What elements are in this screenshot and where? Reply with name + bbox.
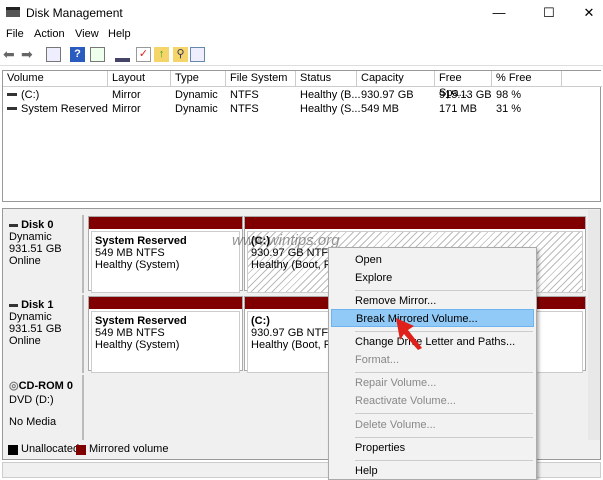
column-header-capacity[interactable]: Capacity bbox=[357, 71, 435, 87]
legend-swatch-unallocated bbox=[8, 445, 18, 455]
legend-label-unallocated: Unallocated bbox=[21, 443, 80, 455]
watermark: www.wintips.org bbox=[232, 232, 340, 249]
column-header-free-space[interactable]: Free Spa... bbox=[435, 71, 492, 99]
close-button[interactable]: ✕ bbox=[572, 0, 603, 26]
help-icon[interactable]: ? bbox=[70, 47, 85, 62]
partition-name: System Reserved bbox=[95, 315, 187, 327]
column-header-file-system[interactable]: File System bbox=[226, 71, 296, 87]
disk-1-label[interactable]: Disk 1 Dynamic 931.51 GB Online bbox=[3, 295, 84, 373]
back-icon[interactable]: ⬅ bbox=[3, 47, 18, 62]
partition-system-reserved[interactable]: System Reserved 549 MB NTFS Healthy (Syste… bbox=[88, 216, 243, 293]
menu-item-properties[interactable]: Properties bbox=[331, 439, 534, 457]
menu-item-delete-volume: Delete Volume... bbox=[355, 419, 436, 431]
connect-icon[interactable] bbox=[115, 47, 130, 62]
properties-icon[interactable]: ✓ bbox=[136, 47, 151, 62]
cell-free-space: 915.13 GB bbox=[439, 89, 492, 101]
disk-type: Dynamic bbox=[9, 231, 52, 243]
cell-layout: Mirror bbox=[112, 103, 141, 115]
menu-bar: File Action View Help bbox=[0, 26, 603, 44]
partition-status: Healthy (System) bbox=[95, 259, 180, 271]
column-header-layout[interactable]: Layout bbox=[108, 71, 171, 87]
cdrom-state: No Media bbox=[9, 416, 57, 428]
volume-icon bbox=[7, 93, 17, 96]
menu-action[interactable]: Action bbox=[34, 28, 65, 40]
volume-icon bbox=[7, 107, 17, 110]
disk-0-label[interactable]: Disk 0 Dynamic 931.51 GB Online bbox=[3, 215, 84, 293]
maximize-button[interactable]: ☐ bbox=[532, 0, 566, 26]
partition-status: Healthy (System) bbox=[95, 339, 180, 351]
cell-type: Dynamic bbox=[175, 89, 218, 101]
cell-type: Dynamic bbox=[175, 103, 218, 115]
menu-item-break-mirrored-volume[interactable]: Break Mirrored Volume... bbox=[331, 309, 534, 327]
partition-fs: 549 MB NTFS bbox=[95, 327, 165, 339]
cell-file-system: NTFS bbox=[230, 89, 259, 101]
column-header-empty bbox=[562, 71, 602, 87]
cdrom-name: CD-ROM 0 bbox=[18, 380, 73, 392]
partition-system-reserved[interactable]: System Reserved 549 MB NTFS Healthy (Syste… bbox=[88, 296, 243, 373]
volume-list: Volume Layout Type File System Status Ca… bbox=[2, 70, 602, 202]
cell-layout: Mirror bbox=[112, 89, 141, 101]
legend-label-mirrored: Mirrored volume bbox=[89, 443, 169, 455]
cell-volume: System Reserved bbox=[21, 103, 108, 115]
partition-name: System Reserved bbox=[95, 235, 187, 247]
menu-help[interactable]: Help bbox=[108, 28, 131, 40]
disk-size: 931.51 GB bbox=[9, 243, 62, 255]
menu-item-repair-volume: Repair Volume... bbox=[355, 377, 437, 389]
window-title: Disk Management bbox=[26, 6, 123, 20]
forward-icon[interactable]: ➡ bbox=[21, 47, 36, 62]
cell-status: Healthy (B... bbox=[300, 89, 361, 101]
cell-percent-free: 98 % bbox=[496, 89, 522, 101]
partition-name: (C:) bbox=[251, 315, 270, 327]
cell-capacity: 549 MB bbox=[361, 103, 399, 115]
action-pane-icon[interactable] bbox=[90, 47, 105, 62]
disk-state: Online bbox=[9, 255, 41, 267]
disk-icon bbox=[9, 223, 18, 227]
cell-status: Healthy (S... bbox=[300, 103, 361, 115]
cell-file-system: NTFS bbox=[230, 103, 259, 115]
search-folder-icon[interactable]: ⚲ bbox=[173, 47, 188, 62]
title-bar: Disk Management — ☐ ✕ bbox=[0, 0, 603, 26]
up-folder-icon[interactable]: ↑ bbox=[154, 47, 169, 62]
vertical-scrollbar[interactable] bbox=[588, 210, 600, 440]
cell-percent-free: 31 % bbox=[496, 103, 522, 115]
menu-view[interactable]: View bbox=[75, 28, 99, 40]
menu-item-open[interactable]: Open bbox=[331, 251, 534, 269]
disk-state: Online bbox=[9, 335, 41, 347]
disk-name: Disk 1 bbox=[21, 299, 54, 311]
column-header-percent-free[interactable]: % Free bbox=[492, 71, 562, 87]
cdrom-icon: ◎ bbox=[9, 380, 19, 392]
legend-swatch-mirrored bbox=[76, 445, 86, 455]
minimize-button[interactable]: — bbox=[482, 0, 516, 26]
cell-free-space: 171 MB bbox=[439, 103, 477, 115]
disk-name: Disk 0 bbox=[21, 219, 54, 231]
disk-management-icon bbox=[6, 7, 20, 17]
menu-item-help[interactable]: Help bbox=[331, 462, 534, 480]
menu-item-format: Format... bbox=[355, 354, 400, 366]
disk-size: 931.51 GB bbox=[9, 323, 62, 335]
column-header-status[interactable]: Status bbox=[296, 71, 357, 87]
menu-item-remove-mirror[interactable]: Remove Mirror... bbox=[331, 292, 534, 310]
cell-capacity: 930.97 GB bbox=[361, 89, 414, 101]
menu-item-explore[interactable]: Explore bbox=[331, 269, 534, 287]
partition-fs: 549 MB NTFS bbox=[95, 247, 165, 259]
list-icon[interactable] bbox=[190, 47, 205, 62]
menu-item-reactivate-volume: Reactivate Volume... bbox=[355, 395, 456, 407]
menu-item-change-drive-letter[interactable]: Change Drive Letter and Paths... bbox=[331, 333, 534, 351]
cell-volume: (C:) bbox=[21, 89, 40, 101]
disk-icon bbox=[9, 303, 18, 307]
menu-file[interactable]: File bbox=[6, 28, 24, 40]
cdrom-0-label[interactable]: ◎CD-ROM 0 DVD (D:) No Media bbox=[3, 375, 84, 440]
column-header-volume[interactable]: Volume bbox=[3, 71, 108, 87]
context-menu: Open Explore Remove Mirror... Break Mirr… bbox=[328, 247, 537, 480]
red-arrow-pointer-icon bbox=[396, 318, 422, 350]
cdrom-drive: DVD (D:) bbox=[9, 394, 54, 406]
console-tree-icon[interactable] bbox=[46, 47, 61, 62]
toolbar: ⬅ ➡ ? ✓ ↑ ⚲ bbox=[0, 44, 603, 66]
disk-type: Dynamic bbox=[9, 311, 52, 323]
column-header-type[interactable]: Type bbox=[171, 71, 226, 87]
